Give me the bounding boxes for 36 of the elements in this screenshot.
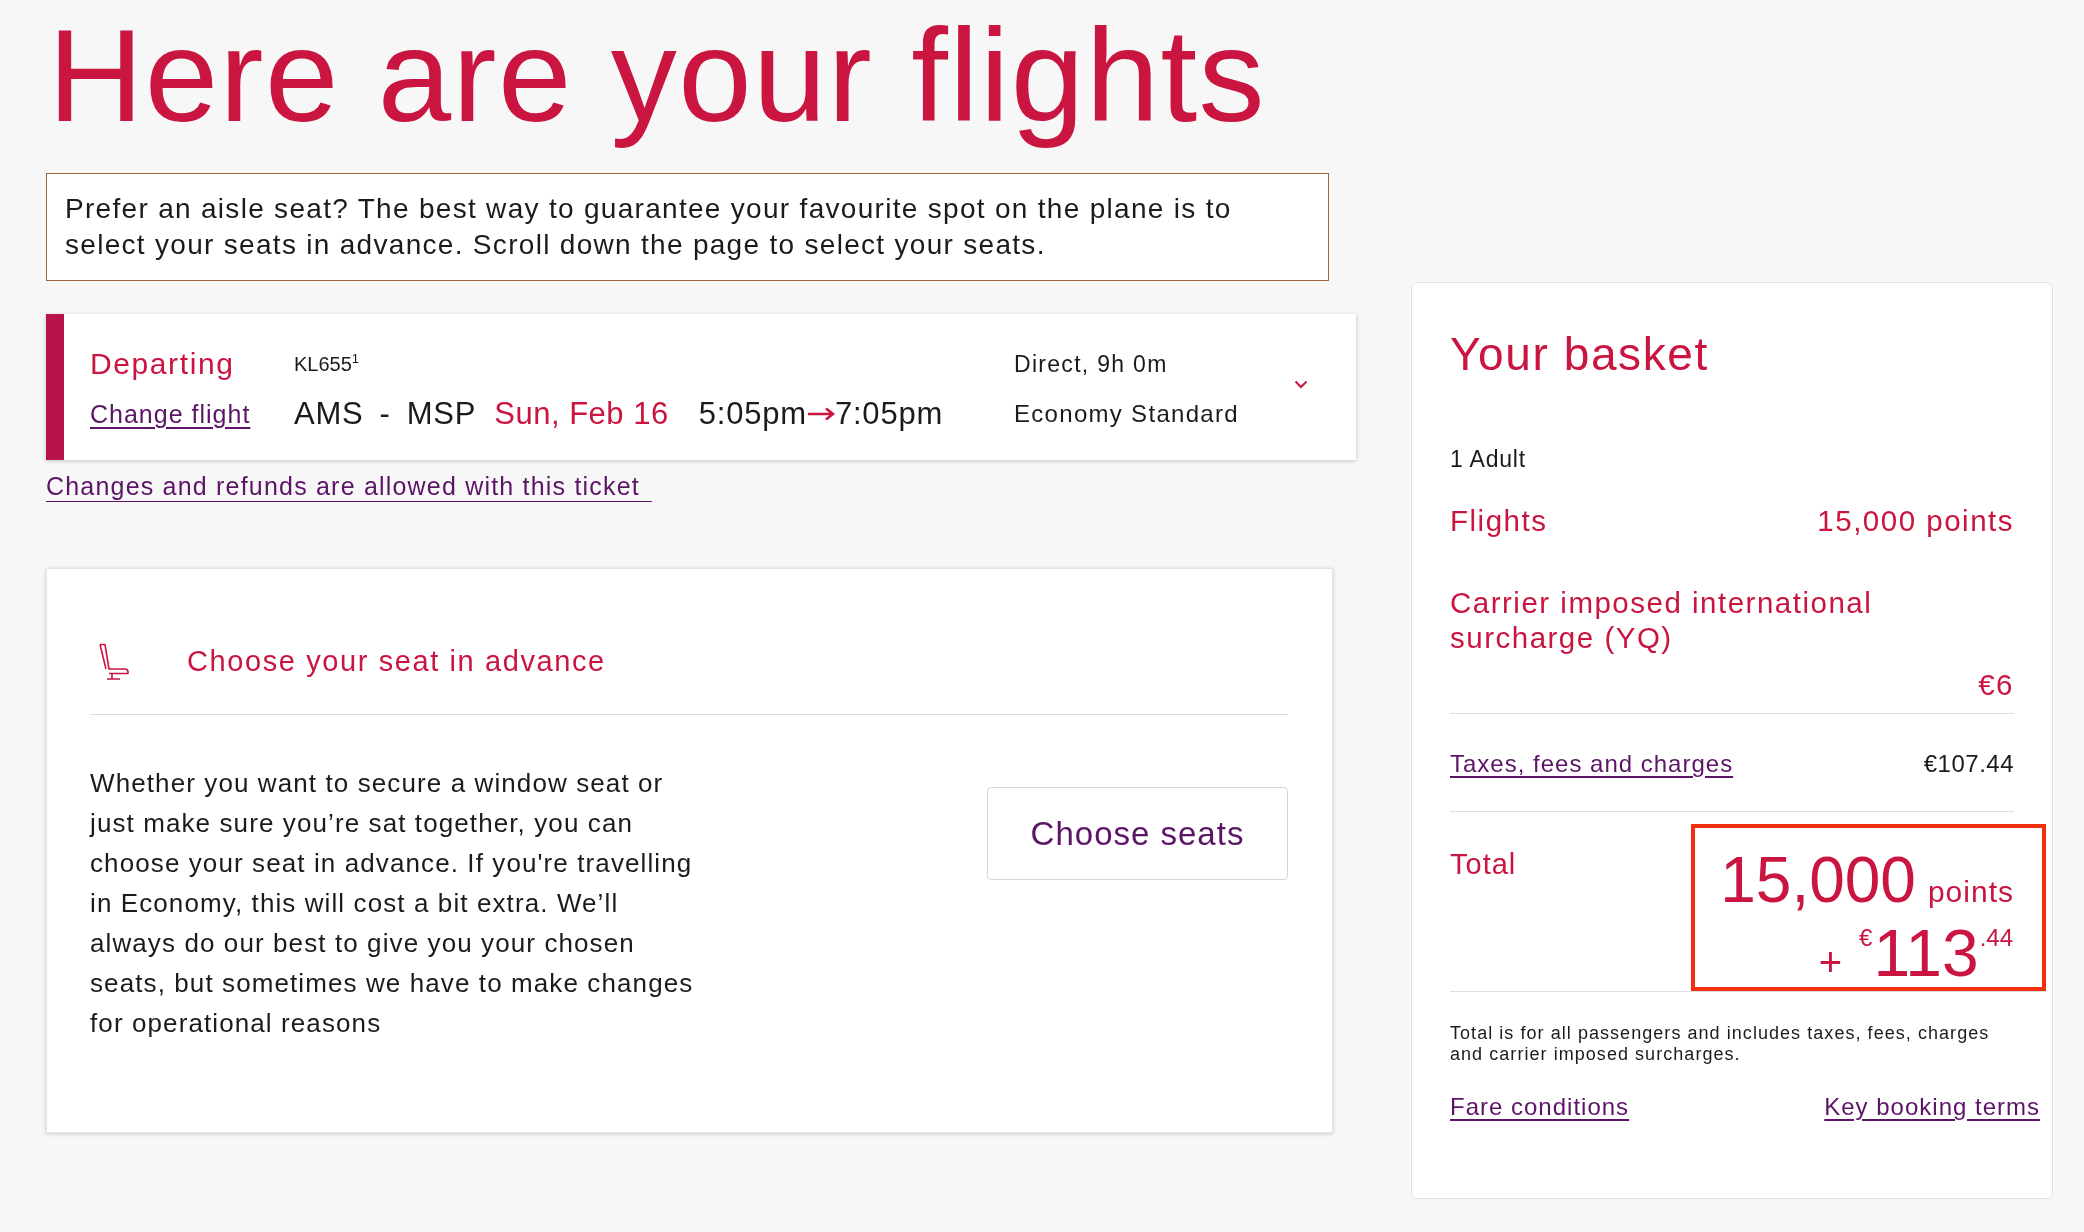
- line-value: €107.44: [1923, 749, 2014, 779]
- total-amount: $^{€}$113$^{.44}$: [1858, 919, 2014, 987]
- route-separator: -: [379, 396, 391, 432]
- section-heading: Choose your seat in advance: [187, 645, 606, 678]
- total-points: 15,000: [1720, 845, 1916, 915]
- flight-number: KL655$^{1}$: [294, 352, 360, 376]
- passenger-count: 1 Adult: [1450, 445, 1527, 474]
- basket-footer-link[interactable]: Key booking terms: [1824, 1093, 2040, 1121]
- line-value: €6: [1978, 667, 2014, 703]
- departure-time: 5:05pm: [698, 396, 807, 432]
- arrow-right-icon: [806, 407, 835, 421]
- arrival-time: 7:05pm: [834, 396, 944, 432]
- line-value: 15,000 points: [1817, 503, 2014, 539]
- departure-date: Sun, Feb 16: [494, 396, 669, 432]
- chevron-down-icon[interactable]: [1294, 380, 1308, 389]
- points-unit: points: [1927, 875, 2014, 909]
- flight-duration: Direct, 9h 0m: [1014, 350, 1168, 378]
- direction-label: Departing: [90, 347, 235, 381]
- total-note: Total is for all passengers and includes taxes, fees, charges and carrier imposed surcharges.: [1450, 1023, 1991, 1065]
- seat-description: Whether you want to secure a window seat or just make sure you’re sat together, you can choose your seat in advance. If you're travelling in Economy, this will cost a bit extra. We’ll always do our best to give you your chosen seats, but sometimes we have to make changes for operational reasons: [90, 767, 695, 1040]
- change-flight-link[interactable]: Change flight: [90, 399, 251, 429]
- line-label: Carrier imposed international surcharge (YQ): [1450, 585, 1874, 655]
- line-label: Flights: [1450, 503, 1548, 539]
- choose-seats-button[interactable]: Choose seats: [987, 787, 1288, 880]
- destination-code: MSP: [406, 396, 477, 432]
- ticket-conditions-link[interactable]: Changes and refunds are allowed with this ticket: [46, 471, 652, 502]
- basket-footer-link[interactable]: Fare conditions: [1450, 1093, 1630, 1121]
- plus-sign: +: [1818, 940, 1843, 985]
- total-label: Total: [1450, 847, 1517, 882]
- taxes-link[interactable]: Taxes, fees and charges: [1450, 750, 1734, 778]
- page-title: Here are your flights: [48, 6, 1266, 146]
- notice-banner: Prefer an aisle seat? The best way to guarantee your favourite spot on the plane is to select your seats in advance. Scroll down the page to select your seats.: [46, 173, 1329, 281]
- cabin-class: Economy Standard: [1014, 400, 1239, 428]
- origin-code: AMS: [294, 396, 364, 432]
- basket-title: Your basket: [1450, 329, 1710, 379]
- seat-icon: [98, 642, 130, 681]
